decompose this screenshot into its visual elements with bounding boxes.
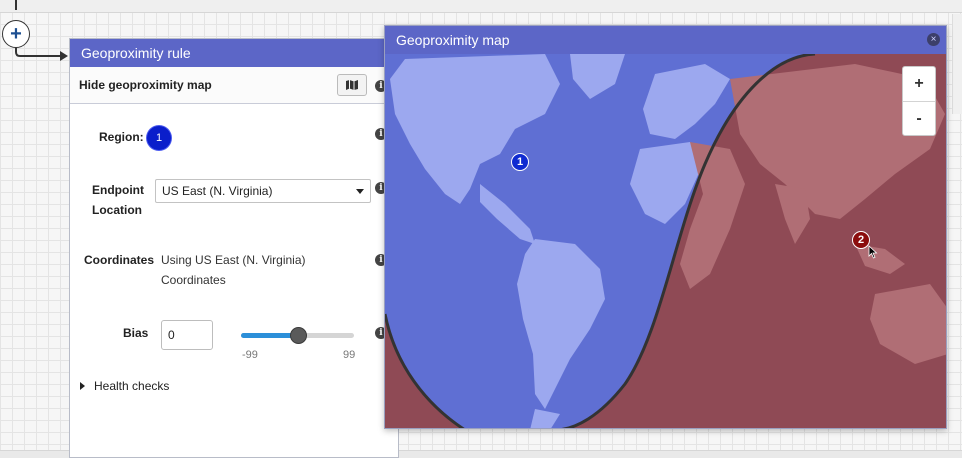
close-icon[interactable]: × <box>927 33 940 46</box>
coordinates-value: Using US East (N. Virginia) Coordinates <box>161 253 306 287</box>
map-icon <box>346 80 358 90</box>
bias-min-label: -99 <box>242 349 258 361</box>
endpoint-location-value: US East (N. Virginia) <box>162 184 273 198</box>
health-checks-toggle[interactable]: Health checks <box>80 379 169 393</box>
coordinates-label: Coordinates <box>84 253 155 267</box>
map-window-header: Geoproximity map × <box>385 26 946 54</box>
geoproximity-rule-panel: Geoproximity rule Hide geoproximity map … <box>69 38 399 458</box>
chevron-down-icon <box>356 189 364 194</box>
panel-title: Geoproximity rule <box>70 39 398 67</box>
health-checks-label: Health checks <box>94 379 170 393</box>
endpoint-location-label: Endpoint Location <box>92 183 144 217</box>
right-edge-panel <box>952 14 962 114</box>
bias-label: Bias <box>123 326 149 340</box>
add-rule-button[interactable]: + <box>2 20 30 48</box>
bias-slider[interactable] <box>241 327 354 344</box>
geoproximity-map-window: Geoproximity map × 1 2 + - <box>384 25 947 429</box>
caret-right-icon <box>80 382 85 390</box>
region-1-marker[interactable]: 1 <box>511 153 529 171</box>
map-window-title: Geoproximity map <box>396 32 510 48</box>
plus-icon: + <box>10 23 22 45</box>
zoom-out-button[interactable]: - <box>903 102 935 136</box>
region-label: Region: <box>99 130 144 144</box>
canvas-top-bar <box>0 0 962 13</box>
bias-max-label: 99 <box>343 349 356 361</box>
zoom-control: + - <box>902 66 936 136</box>
bias-slider-thumb[interactable] <box>289 327 307 344</box>
mouse-cursor-icon <box>868 245 878 259</box>
bias-input[interactable] <box>161 320 213 350</box>
endpoint-location-select[interactable]: US East (N. Virginia) <box>155 179 371 203</box>
region-badge: 1 <box>147 126 171 150</box>
hide-map-label: Hide geoproximity map <box>79 78 212 92</box>
map-toggle-button[interactable] <box>337 74 367 96</box>
zoom-in-button[interactable]: + <box>903 67 935 102</box>
map-toggle-row: Hide geoproximity map <box>70 67 398 104</box>
